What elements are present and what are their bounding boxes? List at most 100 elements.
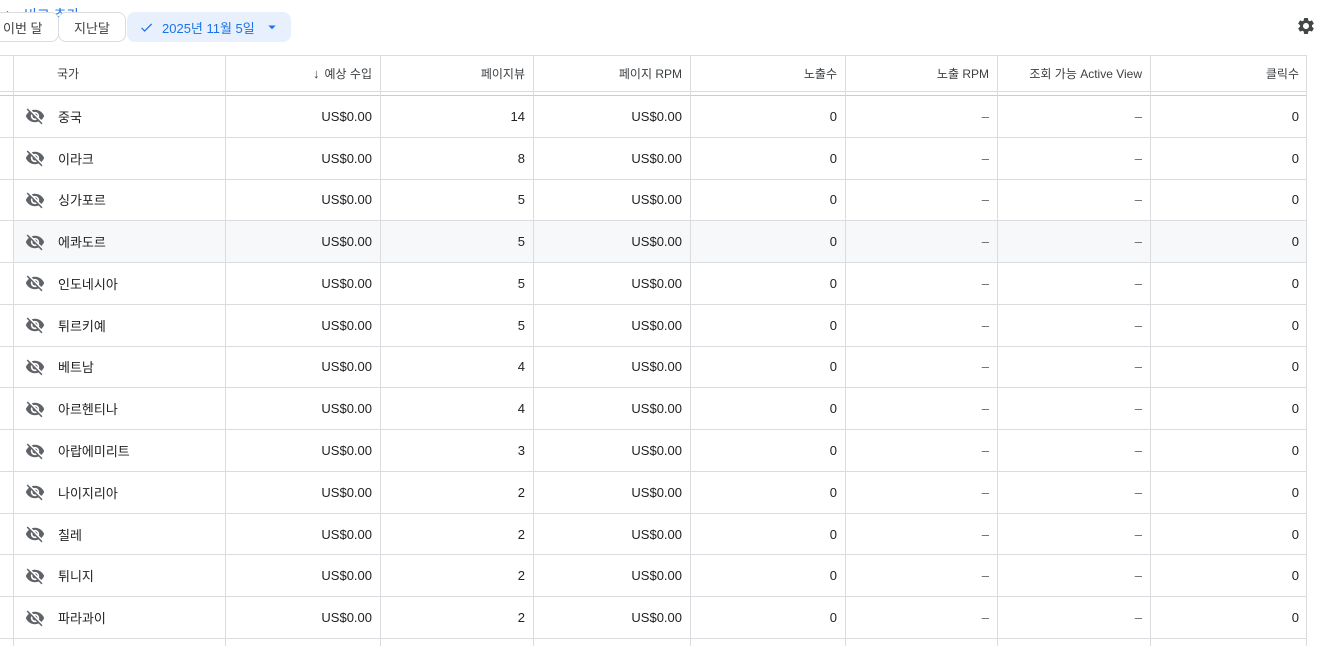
row-gutter [0,597,13,638]
arrow-drop-down-icon [263,18,281,36]
settings-button[interactable] [1293,13,1319,39]
partial-row [0,639,1307,645]
cell-active_view: – [997,514,1150,555]
cell-pageviews: 8 [380,138,533,179]
cell-country: 베트남 [13,347,225,388]
table-row[interactable]: 아르헨티나US$0.004US$0.000––0 [0,388,1307,430]
cell-clicks: 0 [1150,138,1307,179]
table-row[interactable]: 아랍에미리트US$0.003US$0.000––0 [0,430,1307,472]
visibility-off-icon[interactable] [25,315,45,335]
table-row[interactable]: 에콰도르US$0.005US$0.000––0 [0,221,1307,263]
adsense-report-page: { "colors": { "accent": "#1a73e8", "chip… [0,0,1320,646]
table-row[interactable]: 파라과이US$0.002US$0.000––0 [0,597,1307,639]
cell-earnings: US$0.00 [225,263,380,304]
cell-country: 에콰도르 [13,221,225,262]
cell-earnings: US$0.00 [225,138,380,179]
cell-pageviews: 5 [380,221,533,262]
cell-impressions: 0 [690,514,845,555]
table-row[interactable]: 이라크US$0.008US$0.000––0 [0,138,1307,180]
cell-page_rpm: US$0.00 [533,221,690,262]
visibility-off-icon[interactable] [25,399,45,419]
column-header-impression_rpm[interactable]: 노출 RPM [845,56,997,91]
visibility-off-icon[interactable] [25,106,45,126]
country-name: 나이지리아 [58,483,118,502]
cell-page_rpm: US$0.00 [533,138,690,179]
table-row[interactable]: 중국US$0.0014US$0.000––0 [0,96,1307,138]
visibility-off-icon[interactable] [25,441,45,461]
cell-page_rpm: US$0.00 [533,597,690,638]
country-name: 아랍에미리트 [58,441,130,460]
cell-earnings: US$0.00 [225,388,380,429]
cell-clicks: 0 [1150,221,1307,262]
table-row[interactable]: 인도네시아US$0.005US$0.000––0 [0,263,1307,305]
cell-country: 중국 [13,96,225,137]
cell-active_view: – [997,305,1150,346]
cell-impression_rpm: – [845,514,997,555]
date-range-chip[interactable]: 2025년 11월 5일 [127,12,291,42]
cell-active_view: – [997,347,1150,388]
column-header-page_rpm[interactable]: 페이지 RPM [533,56,690,91]
cell-clicks: 0 [1150,514,1307,555]
country-name: 튀니지 [58,566,94,585]
this-month-button[interactable]: 이번 달 [0,12,59,42]
cell-clicks: 0 [1150,180,1307,221]
cell-pageviews: 5 [380,180,533,221]
cell-clicks: 0 [1150,96,1307,137]
header-gutter [0,56,13,91]
country-name: 아르헨티나 [58,399,118,418]
cell-impressions: 0 [690,180,845,221]
cell-country: 튀니지 [13,555,225,596]
date-range-label: 2025년 11월 5일 [162,18,255,37]
cell-pageviews: 2 [380,514,533,555]
visibility-off-icon[interactable] [25,190,45,210]
cell-impressions: 0 [690,263,845,304]
cell-pageviews: 4 [380,388,533,429]
cell-pageviews: 14 [380,96,533,137]
cell-country: 아르헨티나 [13,388,225,429]
cell-active_view: – [997,263,1150,304]
table-row[interactable]: 나이지리아US$0.002US$0.000––0 [0,472,1307,514]
column-header-earnings[interactable]: ↓예상 수입 [225,56,380,91]
table-row[interactable]: 싱가포르US$0.005US$0.000––0 [0,180,1307,222]
cell-active_view: – [997,430,1150,471]
column-header-impressions[interactable]: 노출수 [690,56,845,91]
cell-active_view: – [997,388,1150,429]
visibility-off-icon[interactable] [25,482,45,502]
cell-country: 아랍에미리트 [13,430,225,471]
visibility-off-icon[interactable] [25,608,45,628]
table-row[interactable]: 칠레US$0.002US$0.000––0 [0,514,1307,556]
column-header-clicks[interactable]: 클릭수 [1150,56,1307,91]
visibility-off-icon[interactable] [25,273,45,293]
table-row[interactable]: 베트남US$0.004US$0.000––0 [0,347,1307,389]
cell-clicks: 0 [1150,555,1307,596]
visibility-off-icon[interactable] [25,566,45,586]
cell-earnings: US$0.00 [225,597,380,638]
cell-country: 튀르키예 [13,305,225,346]
cell-impressions: 0 [690,388,845,429]
cell-impressions: 0 [690,96,845,137]
cell-country: 싱가포르 [13,180,225,221]
cell-active_view: – [997,138,1150,179]
cell-country: 이라크 [13,138,225,179]
country-name: 중국 [58,107,82,126]
last-month-button[interactable]: 지난달 [58,12,126,42]
cell-clicks: 0 [1150,430,1307,471]
country-name: 에콰도르 [58,232,106,251]
table-row[interactable]: 튀니지US$0.002US$0.000––0 [0,555,1307,597]
visibility-off-icon[interactable] [25,232,45,252]
table-body: 중국US$0.0014US$0.000––0이라크US$0.008US$0.00… [0,95,1307,645]
column-header-label: 조회 가능 Active View [1029,65,1142,82]
column-header-active_view[interactable]: 조회 가능 Active View [997,56,1150,91]
country-name: 튀르키예 [58,316,106,335]
cell-country: 나이지리아 [13,472,225,513]
column-header-pageviews[interactable]: 페이지뷰 [380,56,533,91]
visibility-off-icon[interactable] [25,148,45,168]
table-row[interactable]: 튀르키예US$0.005US$0.000––0 [0,305,1307,347]
column-header-country[interactable]: 국가 [13,56,225,91]
visibility-off-icon[interactable] [25,357,45,377]
cell-earnings: US$0.00 [225,180,380,221]
cell-impressions: 0 [690,305,845,346]
cell-clicks: 0 [1150,472,1307,513]
visibility-off-icon[interactable] [25,524,45,544]
check-icon [139,20,154,35]
